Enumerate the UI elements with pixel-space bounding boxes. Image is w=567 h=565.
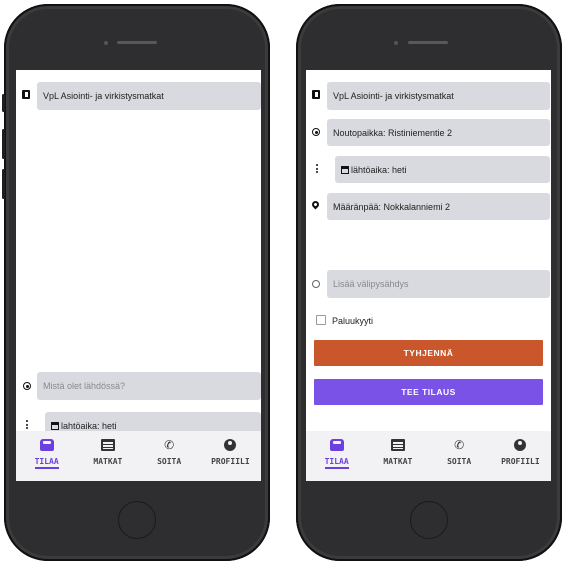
departure-time-field[interactable]: lähtöaika: heti (335, 156, 550, 183)
nav-matkat-label: MATKAT (93, 457, 123, 466)
front-camera (104, 41, 108, 45)
calendar-icon (51, 421, 59, 430)
departure-time-label: lähtöaika: heti (351, 164, 407, 175)
volume-down-button (2, 169, 5, 199)
list-icon (100, 439, 115, 451)
pickup-input[interactable]: Mistä olet lähdössä? (37, 372, 261, 400)
pickup-field[interactable]: Noutopaikka: Ristiniementie 2 (327, 119, 550, 146)
nav-profiili-label: PROFIILI (211, 457, 250, 466)
pickup-label: Noutopaikka: Ristiniementie 2 (333, 127, 453, 138)
category-field[interactable]: VpL Asiointi- ja virkistysmatkat (327, 82, 550, 110)
phone-icon: ✆ (164, 438, 175, 452)
return-trip-label: Paluukyyti (332, 316, 374, 326)
calendar-icon (341, 165, 349, 174)
location-pin-icon (310, 199, 321, 210)
clear-button[interactable]: TYHJENNÄ (314, 340, 543, 366)
profile-icon (514, 439, 527, 451)
front-camera (394, 41, 398, 45)
category-field[interactable]: VpL Asiointi- ja virkistysmatkat (37, 82, 261, 110)
destination-label: Määränpää: Nokkalanniemi 2 (333, 201, 451, 212)
add-stop-input[interactable]: Lisää välipysähdys (327, 270, 550, 298)
clear-button-label: TYHJENNÄ (403, 348, 454, 358)
right-screen: VpL Asiointi- ja virkistysmatkat Noutopa… (306, 70, 551, 481)
home-button[interactable] (410, 501, 448, 539)
phone-icon: ✆ (454, 438, 465, 452)
nav-soita[interactable]: ✆ SOITA (143, 439, 195, 466)
destination-field[interactable]: Määränpää: Nokkalanniemi 2 (327, 193, 550, 220)
nav-tilaa[interactable]: TILAA (311, 439, 363, 469)
car-icon (39, 439, 54, 451)
nav-soita-label: SOITA (157, 457, 182, 466)
category-icon (312, 90, 320, 99)
order-button-label: TEE TILAUS (401, 387, 456, 397)
nav-profiili[interactable]: PROFIILI (204, 439, 256, 466)
nav-tilaa[interactable]: TILAA (21, 439, 73, 469)
nav-tilaa-label: TILAA (324, 457, 349, 469)
bottom-navigation: TILAA MATKAT ✆ SOITA PROFIILI (16, 431, 261, 481)
pickup-placeholder: Mistä olet lähdössä? (43, 381, 126, 391)
nav-matkat-label: MATKAT (383, 457, 413, 466)
category-label: VpL Asiointi- ja virkistysmatkat (333, 91, 454, 101)
right-phone-frame: VpL Asiointi- ja virkistysmatkat Noutopa… (296, 4, 562, 561)
pickup-radio-icon (23, 382, 31, 390)
mute-switch (2, 94, 5, 112)
nav-soita-label: SOITA (447, 457, 472, 466)
nav-profiili[interactable]: PROFIILI (494, 439, 546, 466)
pickup-radio-icon (312, 128, 320, 136)
category-icon (22, 90, 30, 99)
order-button[interactable]: TEE TILAUS (314, 379, 543, 405)
add-stop-radio-icon (312, 280, 320, 288)
departure-time-label: lahtöaika: heti (61, 420, 117, 431)
nav-profiili-label: PROFIILI (501, 457, 540, 466)
nav-tilaa-label: TILAA (34, 457, 59, 469)
add-stop-placeholder: Lisää välipysähdys (333, 279, 409, 289)
left-phone-frame: VpL Asiointi- ja virkistysmatkat Mistä o… (2, 4, 270, 561)
earpiece-speaker (117, 41, 157, 44)
category-label: VpL Asiointi- ja virkistysmatkat (43, 91, 164, 101)
nav-matkat[interactable]: MATKAT (82, 439, 134, 466)
volume-up-button (2, 129, 5, 159)
car-icon (329, 439, 344, 451)
earpiece-speaker (408, 41, 448, 44)
home-button[interactable] (118, 501, 156, 539)
more-vertical-icon[interactable] (26, 420, 28, 431)
profile-icon (224, 439, 237, 451)
nav-soita[interactable]: ✆ SOITA (433, 439, 485, 466)
list-icon (390, 439, 405, 451)
more-vertical-icon[interactable] (316, 164, 318, 175)
nav-matkat[interactable]: MATKAT (372, 439, 424, 466)
left-screen: VpL Asiointi- ja virkistysmatkat Mistä o… (16, 70, 261, 481)
return-trip-checkbox[interactable] (316, 315, 326, 325)
bottom-navigation: TILAA MATKAT ✆ SOITA PROFIILI (306, 431, 551, 481)
